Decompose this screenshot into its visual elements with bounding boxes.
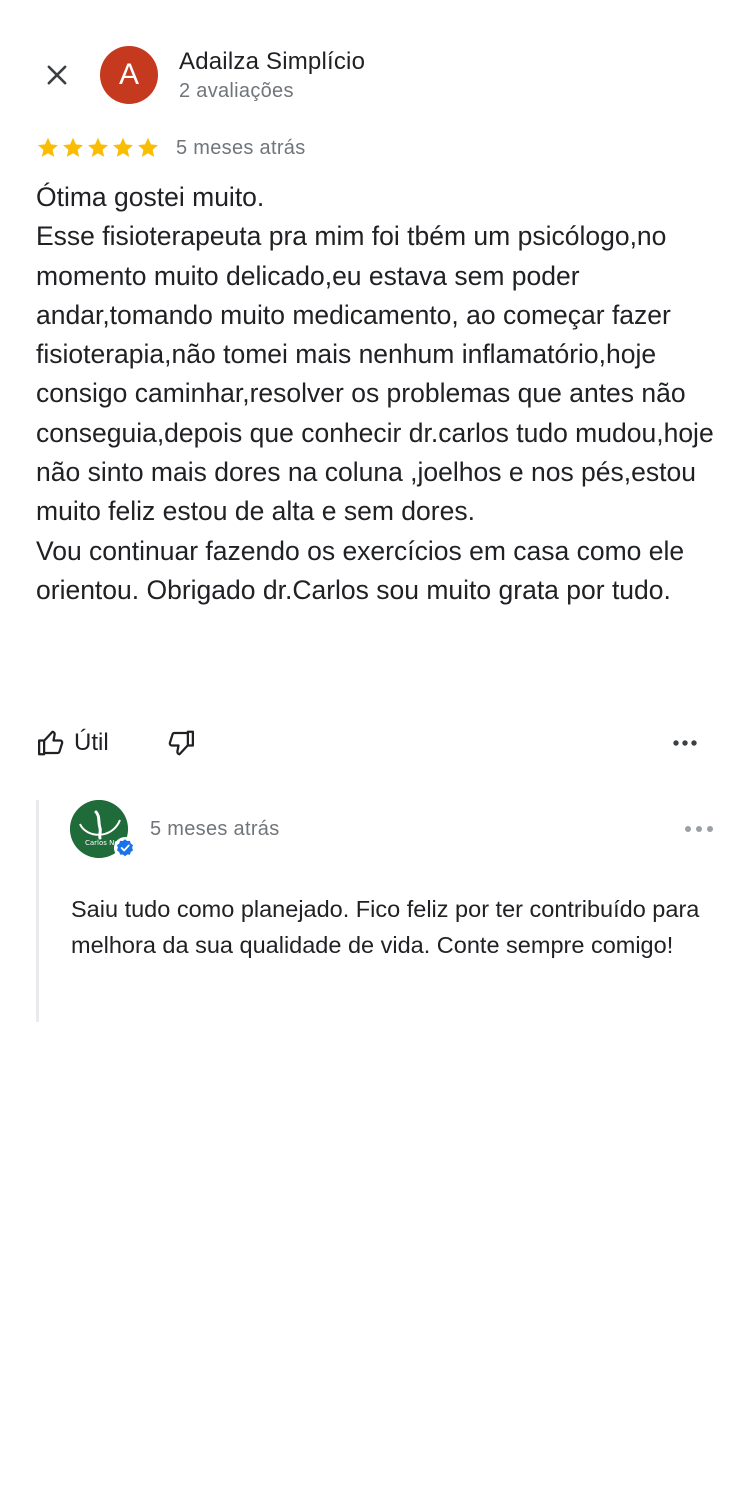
review-text: Ótima gostei muito. Esse fisioterapeuta … bbox=[36, 182, 714, 605]
reviewer-name[interactable]: Adailza Simplício bbox=[179, 48, 365, 76]
star-icon bbox=[88, 137, 108, 157]
star-icon bbox=[63, 137, 83, 157]
star-icon bbox=[38, 137, 58, 157]
owner-avatar[interactable]: Carlos Nob bbox=[70, 800, 136, 859]
review-date: 5 meses atrás bbox=[176, 136, 306, 159]
close-icon bbox=[47, 65, 67, 85]
reply-more-button[interactable] bbox=[678, 808, 720, 850]
not-helpful-button[interactable] bbox=[160, 722, 202, 764]
more-horizontal-icon bbox=[673, 740, 697, 746]
rating-row: 5 meses atrás bbox=[36, 134, 306, 162]
avatar-initial: A bbox=[118, 58, 139, 91]
star-icon bbox=[113, 137, 133, 157]
helpful-button[interactable]: Útil bbox=[36, 722, 109, 764]
reply-text: Saiu tudo como planejado. Fico feliz por… bbox=[71, 896, 700, 958]
helpful-label: Útil bbox=[74, 729, 109, 756]
star-icon bbox=[138, 137, 158, 157]
owner-reply: Carlos Nob 5 meses atrás Saiu tudo como … bbox=[36, 800, 716, 1022]
thumbs-down-icon bbox=[168, 730, 194, 756]
reply-date: 5 meses atrás bbox=[150, 818, 280, 840]
more-horizontal-icon bbox=[685, 826, 713, 832]
review-detail-page: A Adailza Simplício 2 avaliações 5 meses… bbox=[0, 0, 739, 1500]
review-actions: Útil bbox=[36, 722, 706, 764]
thumbs-up-icon bbox=[38, 730, 64, 756]
close-button[interactable] bbox=[36, 54, 78, 96]
review-more-button[interactable] bbox=[664, 722, 706, 764]
verified-badge-icon bbox=[114, 837, 136, 859]
reviewer-review-count: 2 avaliações bbox=[179, 80, 294, 102]
reviewer-avatar[interactable]: A bbox=[100, 46, 158, 104]
star-rating bbox=[36, 136, 160, 160]
